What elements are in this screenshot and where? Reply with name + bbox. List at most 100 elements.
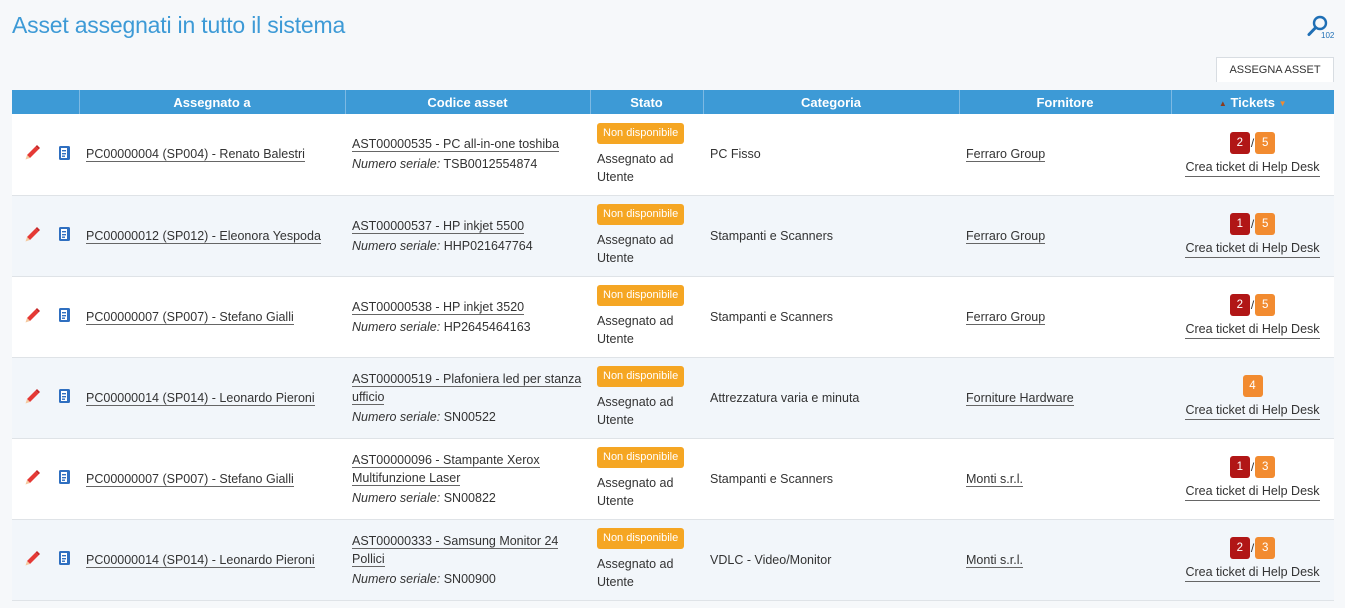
supplier-link[interactable]: Monti s.r.l.	[966, 471, 1023, 487]
supplier-link[interactable]: Ferraro Group	[966, 309, 1046, 325]
edit-pencil-icon[interactable]	[24, 388, 41, 408]
tickets-cell: 1 / 3 Crea ticket di Help Desk	[1171, 438, 1334, 519]
edit-pencil-icon[interactable]	[24, 550, 41, 570]
ticket-total-count[interactable]: 5	[1255, 131, 1276, 154]
asset-code-link[interactable]: AST00000333 - Samsung Monitor 24 Pollici	[352, 533, 559, 567]
serial-number: Numero seriale: HP2645464163	[352, 318, 583, 336]
col-category-header[interactable]: Categoria	[703, 90, 960, 114]
category-cell: Stampanti e Scanners	[710, 309, 833, 324]
table-header-row: Assegnato a Codice asset Stato Categoria…	[12, 90, 1334, 114]
ticket-counters: 1 / 5	[1229, 213, 1276, 235]
edit-pencil-icon[interactable]	[24, 307, 41, 327]
asset-code-link[interactable]: AST00000538 - HP inkjet 3520	[352, 299, 525, 315]
serial-value: HHP021647764	[443, 238, 533, 253]
sort-up-icon[interactable]: ▲	[1219, 99, 1227, 108]
create-helpdesk-ticket-link[interactable]: Crea ticket di Help Desk	[1185, 563, 1320, 582]
search-button[interactable]: 102	[1306, 14, 1336, 42]
table-row: PC00000007 (SP007) - Stefano Gialli AST0…	[12, 276, 1334, 357]
status-badge: Non disponibile	[597, 447, 685, 468]
status-cell: Non disponibile Assegnato ad Utente	[590, 357, 703, 438]
ticket-total-count[interactable]: 3	[1255, 537, 1276, 559]
ticket-total-count[interactable]: 5	[1255, 294, 1276, 316]
asset-code-link[interactable]: AST00000537 - HP inkjet 5500	[352, 218, 525, 234]
col-asset-code-header[interactable]: Codice asset	[345, 90, 591, 114]
asset-detail-icon[interactable]	[58, 550, 71, 569]
asset-code-link[interactable]: AST00000519 - Plafoniera led per stanza …	[352, 371, 582, 405]
assigned-to-link[interactable]: PC00000014 (SP014) - Leonardo Pieroni	[86, 390, 315, 406]
ticket-total-count[interactable]: 3	[1255, 456, 1276, 478]
create-helpdesk-ticket-link[interactable]: Crea ticket di Help Desk	[1185, 239, 1320, 258]
status-text: Assegnato ad Utente	[597, 151, 674, 184]
status-text: Assegnato ad Utente	[597, 476, 674, 508]
edit-pencil-icon[interactable]	[24, 469, 41, 489]
status-text: Assegnato ad Utente	[597, 395, 674, 427]
category-cell: VDLC - Video/Monitor	[710, 552, 832, 567]
asset-code-link[interactable]: AST00000096 - Stampante Xerox Multifunzi…	[352, 452, 540, 486]
serial-number: Numero seriale: HHP021647764	[352, 237, 583, 255]
sort-down-icon[interactable]: ▼	[1279, 99, 1287, 108]
assigned-to-cell: PC00000004 (SP004) - Renato Balestri	[79, 114, 345, 195]
row-actions	[12, 438, 79, 519]
create-helpdesk-ticket-link[interactable]: Crea ticket di Help Desk	[1185, 320, 1320, 339]
assigned-to-link[interactable]: PC00000014 (SP014) - Leonardo Pieroni	[86, 552, 315, 568]
ticket-open-count[interactable]: 2	[1229, 131, 1250, 154]
category-cell: Stampanti e Scanners	[710, 471, 833, 486]
ticket-open-count[interactable]: 2	[1229, 537, 1250, 559]
create-helpdesk-ticket-link[interactable]: Crea ticket di Help Desk	[1185, 158, 1320, 177]
supplier-cell: Ferraro Group	[959, 195, 1171, 276]
supplier-link[interactable]: Ferraro Group	[966, 147, 1046, 163]
assigned-to-link[interactable]: PC00000007 (SP007) - Stefano Gialli	[86, 471, 294, 487]
ticket-counters: 2 / 5	[1229, 131, 1276, 154]
asset-code-cell: AST00000096 - Stampante Xerox Multifunzi…	[345, 438, 590, 519]
assign-asset-button[interactable]: ASSEGNA ASSET	[1216, 57, 1334, 82]
category-cell: Attrezzatura varia e minuta	[710, 390, 860, 405]
col-tickets-header[interactable]: ▲ Tickets ▼	[1171, 90, 1334, 114]
asset-code-link[interactable]: AST00000535 - PC all-in-one toshiba	[352, 137, 560, 153]
col-supplier-header[interactable]: Fornitore	[959, 90, 1172, 114]
ticket-open-count[interactable]: 1	[1229, 213, 1250, 235]
serial-number: Numero seriale: SN00522	[352, 408, 583, 426]
assigned-to-link[interactable]: PC00000004 (SP004) - Renato Balestri	[86, 147, 305, 163]
assigned-to-link[interactable]: PC00000007 (SP007) - Stefano Gialli	[86, 309, 294, 325]
edit-pencil-icon[interactable]	[24, 144, 41, 164]
asset-detail-icon[interactable]	[58, 226, 71, 245]
edit-pencil-icon[interactable]	[24, 226, 41, 246]
serial-value: TSB0012554874	[443, 157, 538, 172]
tickets-cell: 2 / 5 Crea ticket di Help Desk	[1171, 114, 1334, 195]
ticket-total-count[interactable]: 4	[1242, 375, 1263, 397]
row-actions	[12, 114, 79, 195]
supplier-cell: Monti s.r.l.	[959, 438, 1171, 519]
asset-detail-icon[interactable]	[58, 145, 71, 164]
status-text: Assegnato ad Utente	[597, 314, 674, 346]
create-helpdesk-ticket-link[interactable]: Crea ticket di Help Desk	[1185, 482, 1320, 501]
assigned-to-link[interactable]: PC00000012 (SP012) - Eleonora Yespoda	[86, 228, 321, 244]
assigned-to-cell: PC00000007 (SP007) - Stefano Gialli	[79, 276, 345, 357]
asset-detail-icon[interactable]	[58, 388, 71, 407]
ticket-separator: /	[1250, 298, 1255, 312]
ticket-open-count[interactable]: 1	[1229, 456, 1250, 478]
asset-code-cell: AST00000519 - Plafoniera led per stanza …	[345, 357, 590, 438]
assets-table: Assegnato a Codice asset Stato Categoria…	[12, 90, 1334, 601]
tickets-cell: 1 / 5 Crea ticket di Help Desk	[1171, 195, 1334, 276]
supplier-link[interactable]: Forniture Hardware	[966, 390, 1074, 406]
asset-detail-icon[interactable]	[58, 469, 71, 488]
page-title: Asset assegnati in tutto il sistema	[12, 12, 346, 38]
ticket-open-count[interactable]: 2	[1229, 294, 1250, 316]
ticket-total-count[interactable]: 5	[1255, 213, 1276, 235]
col-actions-header	[12, 90, 80, 114]
status-cell: Non disponibile Assegnato ad Utente	[590, 438, 703, 519]
table-row: PC00000014 (SP014) - Leonardo Pieroni AS…	[12, 357, 1334, 438]
status-cell: Non disponibile Assegnato ad Utente	[590, 519, 703, 600]
assigned-to-cell: PC00000014 (SP014) - Leonardo Pieroni	[79, 357, 345, 438]
create-helpdesk-ticket-link[interactable]: Crea ticket di Help Desk	[1185, 401, 1320, 420]
col-assigned-to-header[interactable]: Assegnato a	[79, 90, 346, 114]
serial-label: Numero seriale:	[352, 319, 441, 334]
ticket-counters: 4	[1242, 375, 1263, 397]
assigned-to-cell: PC00000014 (SP014) - Leonardo Pieroni	[79, 519, 345, 600]
col-status-header[interactable]: Stato	[590, 90, 704, 114]
supplier-link[interactable]: Ferraro Group	[966, 228, 1046, 244]
serial-number: Numero seriale: SN00822	[352, 489, 583, 507]
supplier-link[interactable]: Monti s.r.l.	[966, 552, 1023, 568]
asset-detail-icon[interactable]	[58, 307, 71, 326]
category-cell: Stampanti e Scanners	[710, 228, 833, 243]
